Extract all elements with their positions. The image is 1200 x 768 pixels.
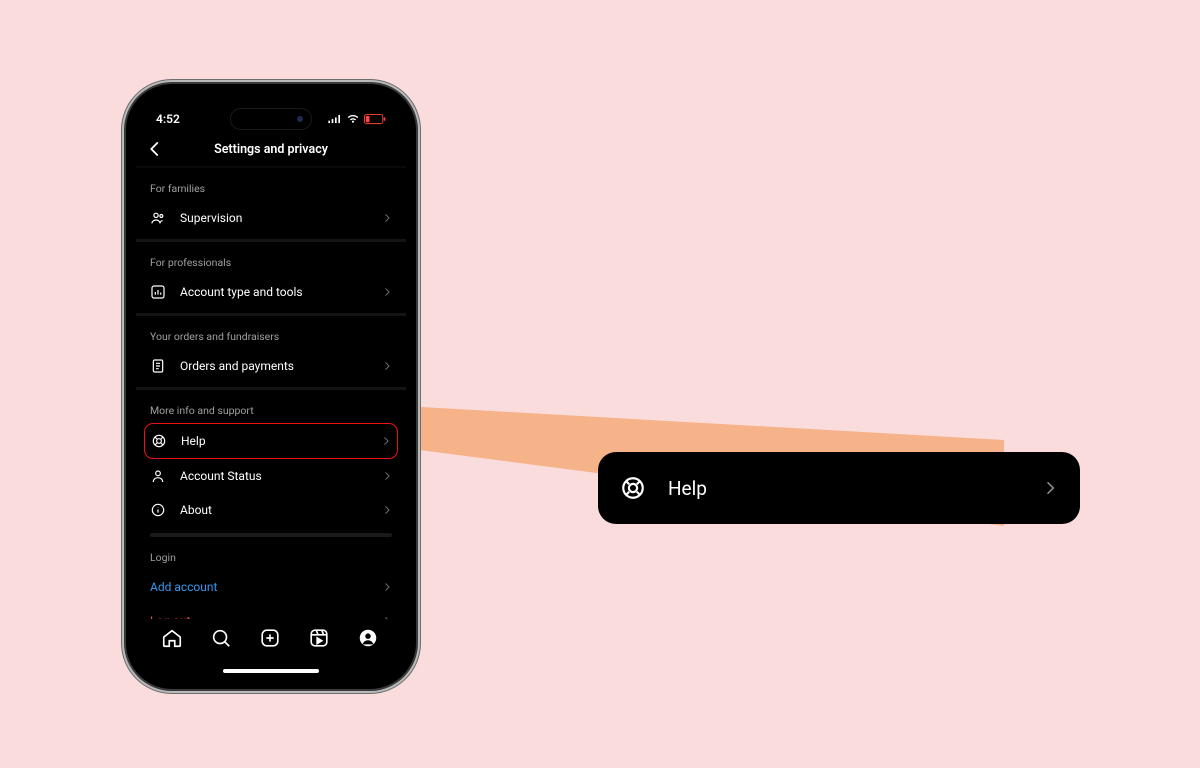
status-time: 4:52 [156, 112, 180, 126]
row-supervision[interactable]: Supervision [150, 201, 392, 235]
info-icon [150, 502, 166, 518]
chevron-right-icon [1042, 480, 1058, 496]
row-label: Orders and payments [180, 359, 368, 373]
receipt-icon [150, 358, 166, 374]
section-families: For families Supervision [136, 168, 406, 235]
wifi-icon [346, 114, 360, 124]
row-label: Add account [150, 580, 368, 594]
back-icon[interactable] [146, 140, 164, 158]
battery-icon [364, 114, 386, 125]
section-header-families: For families [150, 168, 392, 201]
phone-frame: 4:52 Settings and privacy For families S… [126, 84, 416, 689]
section-support: More info and support Help Account Statu… [136, 390, 406, 537]
row-label: About [180, 503, 368, 517]
row-label: Account type and tools [180, 285, 368, 299]
chevron-right-icon [382, 471, 392, 481]
section-header-orders: Your orders and fundraisers [150, 316, 392, 349]
reels-icon[interactable] [308, 627, 332, 651]
row-account-type[interactable]: Account type and tools [150, 275, 392, 309]
status-icons [328, 114, 386, 125]
row-add-account[interactable]: Add account [150, 570, 392, 604]
dynamic-island [230, 108, 312, 130]
row-label: Supervision [180, 211, 368, 225]
person-icon [150, 468, 166, 484]
chevron-right-icon [382, 582, 392, 592]
home-icon[interactable] [161, 627, 185, 651]
phone-screen: 4:52 Settings and privacy For families S… [136, 94, 406, 679]
page-title: Settings and privacy [214, 142, 328, 157]
row-account-status[interactable]: Account Status [150, 459, 392, 493]
section-professionals: For professionals Account type and tools [136, 242, 406, 309]
chevron-right-icon [382, 361, 392, 371]
search-icon[interactable] [210, 627, 234, 651]
row-label: Account Status [180, 469, 368, 483]
highlight-help: Help [144, 423, 398, 459]
screen-header: Settings and privacy [136, 132, 406, 166]
callout-label: Help [668, 477, 1020, 500]
section-header-support: More info and support [150, 390, 392, 423]
chevron-right-icon [382, 505, 392, 515]
profile-icon[interactable] [357, 627, 381, 651]
row-label: Help [181, 434, 367, 448]
create-icon[interactable] [259, 627, 283, 651]
section-orders: Your orders and fundraisers Orders and p… [136, 316, 406, 383]
section-header-login: Login [150, 537, 392, 570]
people-icon [150, 210, 166, 226]
row-orders-payments[interactable]: Orders and payments [150, 349, 392, 383]
cellular-icon [328, 114, 342, 124]
lifebuoy-icon [620, 475, 646, 501]
lifebuoy-icon [151, 433, 167, 449]
chevron-right-icon [382, 213, 392, 223]
chevron-right-icon [382, 287, 392, 297]
home-indicator [223, 669, 319, 673]
row-help[interactable]: Help [151, 424, 391, 458]
row-about[interactable]: About [150, 493, 392, 527]
bottom-nav [136, 619, 406, 679]
section-header-professionals: For professionals [150, 242, 392, 275]
callout-help[interactable]: Help [598, 452, 1080, 524]
chevron-right-icon [381, 436, 391, 446]
settings-content: For families Supervision For professiona… [136, 166, 406, 638]
chart-icon [150, 284, 166, 300]
